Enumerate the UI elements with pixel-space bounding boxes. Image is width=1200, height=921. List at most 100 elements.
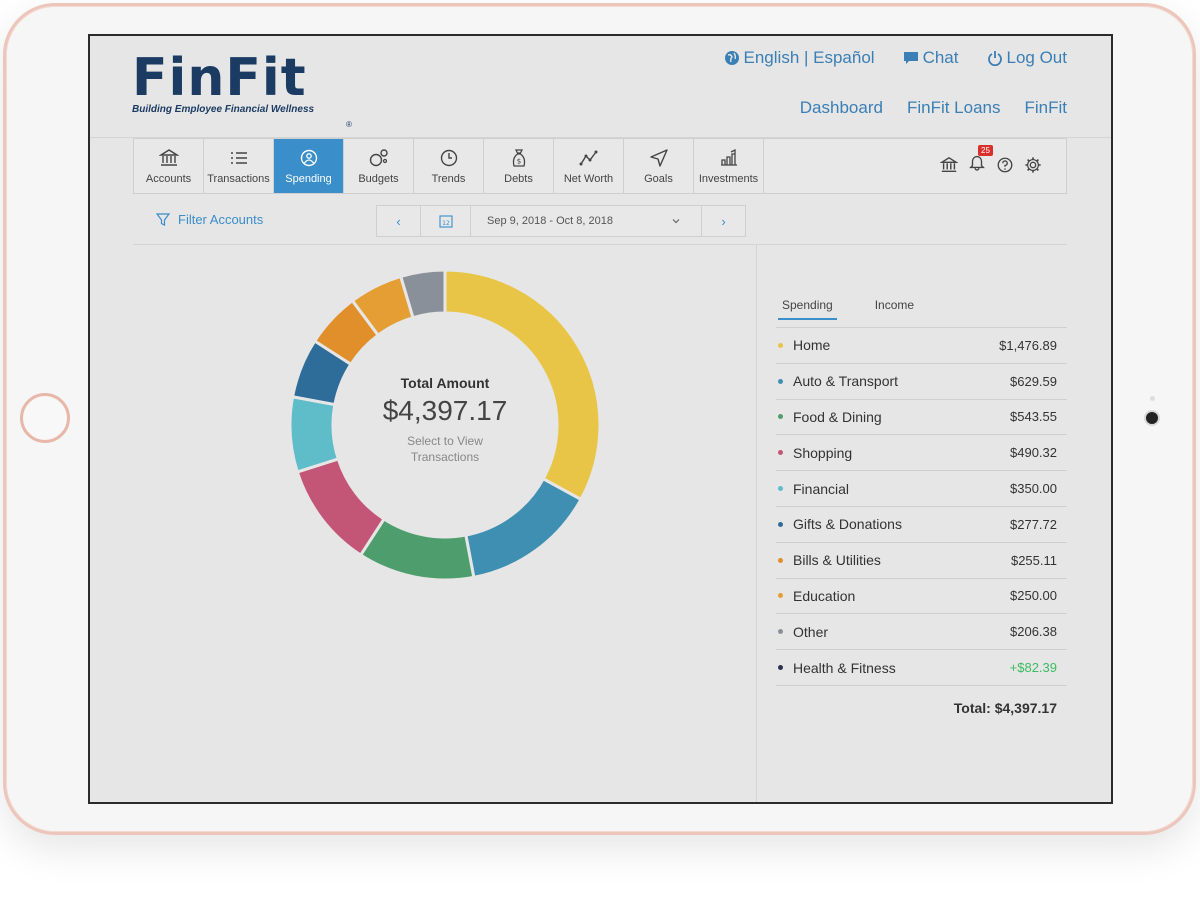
calendar-button[interactable]: 12 bbox=[421, 206, 471, 236]
language-link[interactable]: English | Español bbox=[724, 48, 875, 68]
tab-transactions[interactable]: Transactions bbox=[204, 139, 274, 193]
chevron-down-icon bbox=[672, 219, 680, 224]
tab-label: Spending bbox=[285, 172, 332, 185]
category-dot bbox=[778, 629, 783, 635]
globe-icon bbox=[724, 51, 739, 65]
list-item[interactable]: Health & Fitness +$82.39 bbox=[776, 650, 1067, 686]
finfit-logo[interactable]: FinFit ® Building Employee Financial Wel… bbox=[132, 50, 352, 129]
language-label: English | Español bbox=[743, 48, 875, 67]
chat-link[interactable]: Chat bbox=[903, 48, 959, 68]
category-left: Financial bbox=[778, 481, 849, 497]
navigation-icon bbox=[649, 148, 668, 167]
category-amount: $490.32 bbox=[1010, 445, 1057, 461]
panel-divider bbox=[756, 245, 757, 802]
category-name: Gifts & Donations bbox=[793, 516, 902, 533]
tab-accounts[interactable]: Accounts bbox=[134, 139, 204, 193]
nav-finfit-loans[interactable]: FinFit Loans bbox=[907, 98, 1001, 118]
bank-icon[interactable] bbox=[940, 156, 958, 174]
category-list: Home $1,476.89 Auto & Transport $629.59 Food… bbox=[776, 328, 1067, 686]
category-dot bbox=[778, 414, 783, 420]
category-name: Food & Dining bbox=[793, 408, 882, 425]
tab-debts[interactable]: $ Debts bbox=[484, 139, 554, 193]
tab-spending-list[interactable]: Spending bbox=[778, 298, 837, 320]
category-dot bbox=[778, 665, 783, 671]
bank-icon bbox=[158, 148, 179, 166]
category-dot bbox=[778, 342, 783, 348]
list-item[interactable]: Financial $350.00 bbox=[776, 471, 1067, 507]
money-bag-icon: $ bbox=[512, 148, 525, 167]
toolbar-tools: 25 bbox=[940, 145, 1042, 176]
tab-label: Trends bbox=[431, 172, 466, 185]
date-range-value: Sep 9, 2018 - Oct 8, 2018 bbox=[487, 215, 613, 227]
total-amount-value: $4,397.17 bbox=[382, 395, 508, 426]
list-item[interactable]: Gifts & Donations $277.72 bbox=[776, 507, 1067, 543]
tab-label: Transactions bbox=[207, 172, 270, 185]
gear-icon[interactable] bbox=[1024, 156, 1042, 174]
total-amount-label: Total Amount bbox=[400, 375, 490, 391]
filter-accounts-button[interactable]: Filter Accounts bbox=[156, 212, 263, 227]
logout-link[interactable]: Log Out bbox=[987, 48, 1068, 68]
list-item[interactable]: Bills & Utilities $255.11 bbox=[776, 543, 1067, 579]
category-name: Education bbox=[793, 587, 856, 604]
category-name: Auto & Transport bbox=[793, 373, 899, 390]
clock-icon bbox=[440, 149, 457, 166]
category-amount: $277.72 bbox=[1010, 516, 1057, 532]
filter-label: Filter Accounts bbox=[178, 212, 264, 227]
category-amount: $543.55 bbox=[1010, 409, 1057, 425]
tab-label: Net Worth bbox=[563, 172, 614, 185]
line-chart-icon bbox=[579, 150, 597, 165]
investments-icon bbox=[720, 148, 737, 166]
list-item[interactable]: Auto & Transport $629.59 bbox=[776, 364, 1067, 400]
category-dot bbox=[778, 378, 783, 384]
category-amount: $350.00 bbox=[1010, 481, 1057, 497]
tab-investments[interactable]: Investments bbox=[694, 139, 764, 193]
list-icon bbox=[230, 151, 247, 164]
category-left: Gifts & Donations bbox=[778, 516, 902, 532]
category-amount: $206.38 bbox=[1010, 624, 1057, 640]
chat-icon bbox=[903, 52, 918, 64]
help-icon[interactable] bbox=[996, 156, 1014, 174]
category-dot bbox=[778, 450, 783, 456]
list-item[interactable]: Other $206.38 bbox=[776, 614, 1067, 651]
date-range-picker: ‹ 12 Sep 9, 2018 - Oct 8, 2018 › bbox=[376, 205, 746, 237]
budgets-icon bbox=[369, 148, 388, 166]
logout-label: Log Out bbox=[1006, 48, 1068, 67]
home-button[interactable] bbox=[20, 393, 70, 443]
tab-label: Debts bbox=[504, 172, 533, 185]
tab-net-worth[interactable]: Net Worth bbox=[554, 139, 624, 193]
tab-income-list[interactable]: Income bbox=[871, 298, 918, 320]
tab-budgets[interactable]: Budgets bbox=[344, 139, 414, 193]
list-total: Total: $4,397.17 bbox=[953, 700, 1057, 716]
category-dot bbox=[778, 557, 783, 563]
tab-trends[interactable]: Trends bbox=[414, 139, 484, 193]
calendar-icon: 12 bbox=[438, 215, 453, 228]
category-left: Food & Dining bbox=[778, 409, 882, 425]
category-left: Education bbox=[778, 588, 855, 604]
nav-dashboard[interactable]: Dashboard bbox=[800, 98, 883, 118]
filter-icon bbox=[156, 212, 170, 226]
tab-spending[interactable]: Spending bbox=[274, 139, 344, 193]
app-screen: FinFit ® Building Employee Financial Wel… bbox=[88, 34, 1113, 804]
front-camera bbox=[1146, 412, 1158, 424]
main-nav: Dashboard FinFit Loans FinFit bbox=[800, 98, 1067, 118]
prev-period-button[interactable]: ‹ bbox=[377, 206, 421, 236]
list-item[interactable]: Education $250.00 bbox=[776, 579, 1067, 615]
list-item[interactable]: Home $1,476.89 bbox=[776, 328, 1067, 364]
category-left: Shopping bbox=[778, 445, 852, 461]
nav-finfit[interactable]: FinFit bbox=[1025, 98, 1068, 118]
notifications-button[interactable]: 25 bbox=[968, 145, 993, 176]
category-name: Other bbox=[793, 623, 829, 640]
list-item[interactable]: Shopping $490.32 bbox=[776, 435, 1067, 472]
section-tabbar: Accounts Transactions Spending Budgets T… bbox=[133, 138, 1067, 194]
calendar-day: 12 bbox=[442, 220, 450, 227]
tab-goals[interactable]: Goals bbox=[624, 139, 694, 193]
next-period-button[interactable]: › bbox=[701, 206, 745, 236]
date-range-select[interactable]: Sep 9, 2018 - Oct 8, 2018 bbox=[471, 206, 701, 236]
category-name: Shopping bbox=[793, 444, 853, 461]
registered-mark: ® bbox=[346, 120, 352, 129]
spending-donut-chart: Total Amount $4,397.17 Select to View Tr… bbox=[286, 266, 604, 584]
utility-links: English | Español Chat Log Out bbox=[724, 48, 1067, 68]
list-item[interactable]: Food & Dining $543.55 bbox=[776, 400, 1067, 436]
logo-tagline: Building Employee Financial Wellness bbox=[132, 104, 315, 115]
tab-label: Investments bbox=[698, 172, 759, 185]
